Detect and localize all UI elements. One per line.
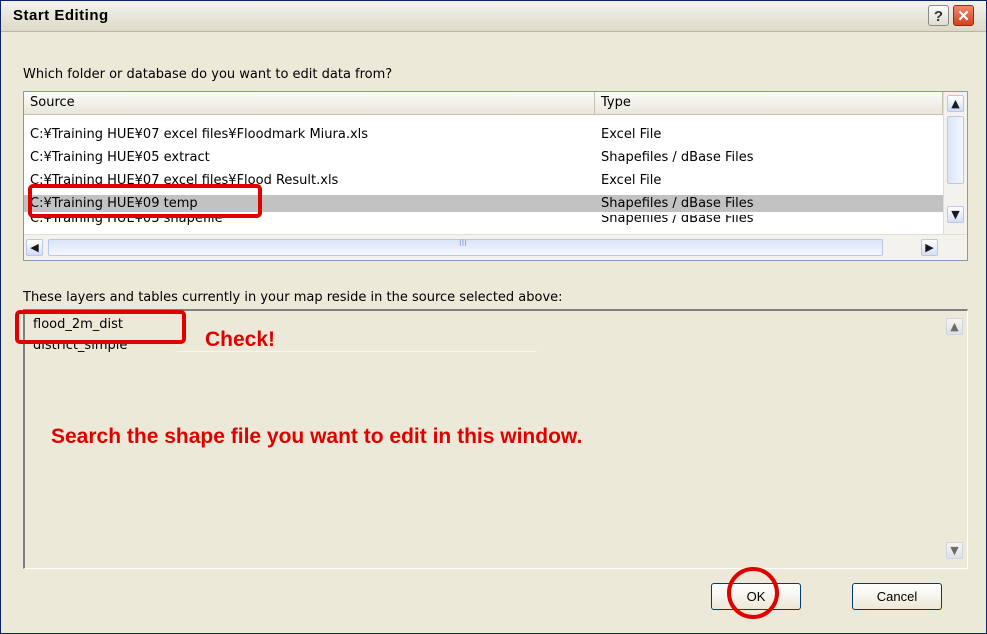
scroll-down-icon[interactable]: ▼ <box>946 542 963 559</box>
source-list[interactable]: Source Type C:¥Training HUE¥07 excel fil… <box>23 91 968 261</box>
scroll-right-icon[interactable]: ▶ <box>921 239 938 256</box>
source-path: C:¥Training HUE¥05 extract <box>30 150 210 165</box>
source-type: Shapefiles / dBase Files <box>601 215 754 226</box>
source-path: C:¥Training HUE¥07 excel files¥Floodmark… <box>30 127 369 142</box>
scrollbar-thumb[interactable] <box>947 116 964 184</box>
layers-prompt: These layers and tables currently in you… <box>23 290 563 305</box>
source-row[interactable]: C:¥Training HUE¥05 extract Shapefiles / … <box>24 149 943 166</box>
cancel-button[interactable]: Cancel <box>852 583 942 610</box>
column-header-type[interactable]: Type <box>595 92 943 114</box>
source-prompt: Which folder or database do you want to … <box>23 67 393 82</box>
instruction-annotation: Search the shape file you want to edit i… <box>51 425 583 448</box>
check-annotation: Check! <box>205 328 276 351</box>
window-title: Start Editing <box>13 7 109 24</box>
close-icon[interactable]: ✕ <box>953 5 974 26</box>
scroll-left-icon[interactable]: ◀ <box>26 239 43 256</box>
source-vertical-scrollbar[interactable]: ▲ ▼ <box>943 92 967 234</box>
title-bar[interactable]: Start Editing ? ✕ <box>1 1 986 32</box>
source-horizontal-scrollbar[interactable]: ◀ III ▶ <box>24 234 967 260</box>
list-header: Source Type <box>24 92 943 115</box>
help-icon[interactable]: ? <box>928 5 949 26</box>
source-type: Shapefiles / dBase Files <box>601 150 754 165</box>
selected-source-highlight <box>28 184 262 218</box>
source-type: Excel File <box>601 173 662 188</box>
source-type: Shapefiles / dBase Files <box>601 196 754 211</box>
layer-highlight <box>15 310 186 344</box>
column-header-source[interactable]: Source <box>24 92 595 114</box>
scroll-down-icon[interactable]: ▼ <box>947 206 964 223</box>
source-type: Excel File <box>601 127 662 142</box>
ok-highlight-circle <box>727 567 779 619</box>
scrollbar-thumb[interactable]: III <box>48 239 883 256</box>
start-editing-dialog: Start Editing ? ✕ Which folder or databa… <box>0 0 987 634</box>
source-row[interactable]: C:¥Training HUE¥07 excel files¥Floodmark… <box>24 126 943 143</box>
scroll-up-icon[interactable]: ▲ <box>946 318 963 335</box>
scroll-up-icon[interactable]: ▲ <box>947 95 964 112</box>
layers-vertical-scrollbar[interactable]: ▲ ▼ <box>943 311 967 566</box>
